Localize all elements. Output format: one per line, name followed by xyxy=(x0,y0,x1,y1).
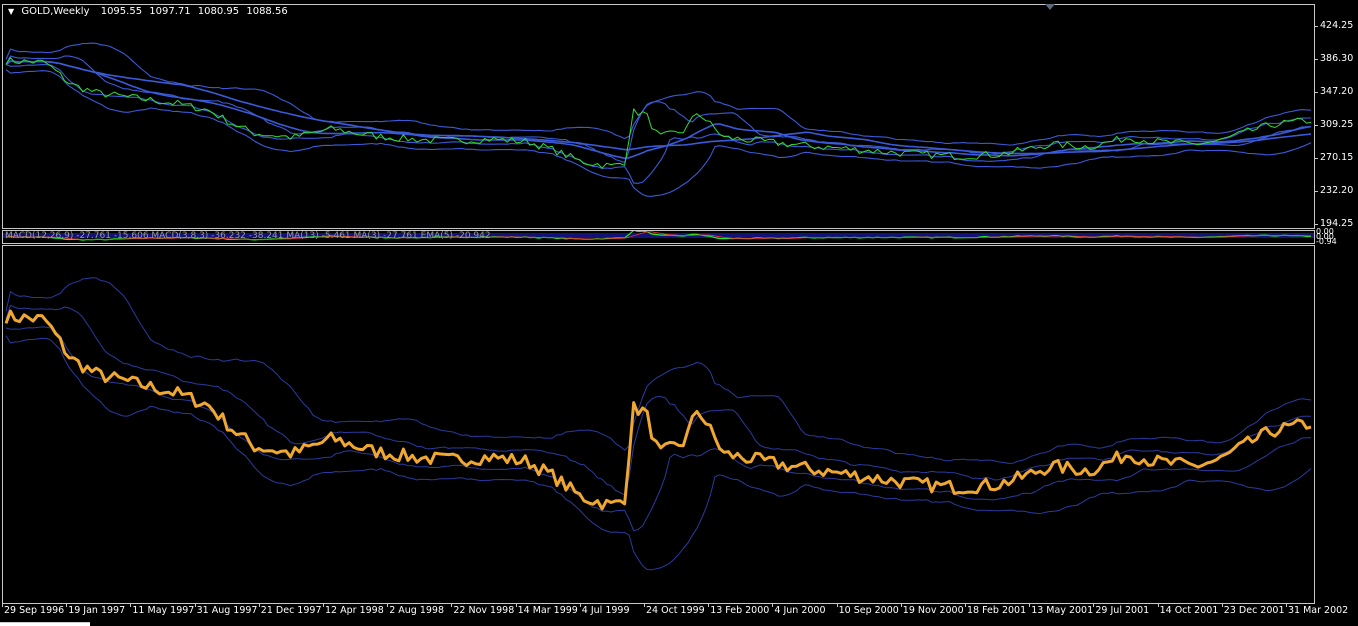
x-tick-label: 14 Oct 2001 xyxy=(1159,605,1219,616)
x-tick-label: 12 Apr 1998 xyxy=(325,605,384,616)
open-value: 1095.55 xyxy=(100,6,143,17)
x-tick-label: 23 Dec 2001 xyxy=(1223,605,1285,616)
shift-marker-icon[interactable] xyxy=(1045,4,1055,10)
x-tick-label: 31 Aug 1997 xyxy=(196,605,258,616)
macd-indicator-label: MACD(12,26,9) -27.761 -15.606 MACD(3,8,3… xyxy=(5,231,491,241)
x-tick-label: 29 Sep 1996 xyxy=(4,605,65,616)
lower-envelope-line xyxy=(5,304,1311,496)
x-tick-label: 13 May 2001 xyxy=(1031,605,1094,616)
x-tick-label: 31 Mar 2002 xyxy=(1288,605,1349,616)
high-value: 1097.71 xyxy=(149,6,191,17)
x-tick-label: 14 Mar 1999 xyxy=(517,605,578,616)
lower-indicator-pane[interactable] xyxy=(2,245,1315,604)
chart-window[interactable]: ▼ GOLD,Weekly 1095.55 1097.71 1080.95 10… xyxy=(0,0,1358,626)
chart-header: ▼ GOLD,Weekly 1095.55 1097.71 1080.95 10… xyxy=(8,6,292,17)
x-tick-label: 13 Feb 2000 xyxy=(710,605,770,616)
x-tick-label: 24 Oct 1999 xyxy=(646,605,705,616)
ohlc-values: 1095.55 1097.71 1080.95 1088.56 xyxy=(101,6,292,17)
price-chart xyxy=(5,42,1312,197)
symbol-label: GOLD,Weekly xyxy=(21,6,90,17)
collapse-triangle-icon[interactable]: ▼ xyxy=(8,7,14,16)
x-tick-label: 11 May 1997 xyxy=(132,605,195,616)
x-tick-label: 19 Nov 2000 xyxy=(902,605,964,616)
x-tick-label: 10 Sep 2000 xyxy=(838,605,899,616)
x-tick-label: 4 Jul 1999 xyxy=(581,605,630,616)
lower-envelope-line xyxy=(5,277,1312,464)
price-line xyxy=(5,57,1312,169)
x-tick-label: 21 Dec 1997 xyxy=(260,605,322,616)
x-tick-label: 2 Aug 1998 xyxy=(389,605,444,616)
envelope-line xyxy=(5,63,1312,184)
x-tick-label: 19 Jan 1997 xyxy=(68,605,126,616)
close-value: 1088.56 xyxy=(246,6,288,17)
envelope-line xyxy=(5,42,1312,146)
low-value: 1080.95 xyxy=(197,6,240,17)
x-tick-label: 4 Jun 2000 xyxy=(774,605,826,616)
time-axis[interactable]: 29 Sep 1996 19 Jan 1997 11 May 1997 31 Aug … xyxy=(0,603,1348,625)
envelope-line xyxy=(5,69,1312,197)
price-axis[interactable]: 424.25 386.30 347.20 309.25 270.15 232.2… xyxy=(1314,0,1358,625)
status-bar xyxy=(0,622,90,626)
main-price-pane[interactable] xyxy=(2,4,1315,229)
x-tick-label: 22 Nov 1998 xyxy=(453,605,515,616)
x-tick-label: 18 Feb 2001 xyxy=(967,605,1027,616)
lower-price-line xyxy=(4,309,1312,511)
lower-indicator-chart xyxy=(4,277,1312,571)
x-tick-label: 29 Jul 2001 xyxy=(1095,605,1150,616)
